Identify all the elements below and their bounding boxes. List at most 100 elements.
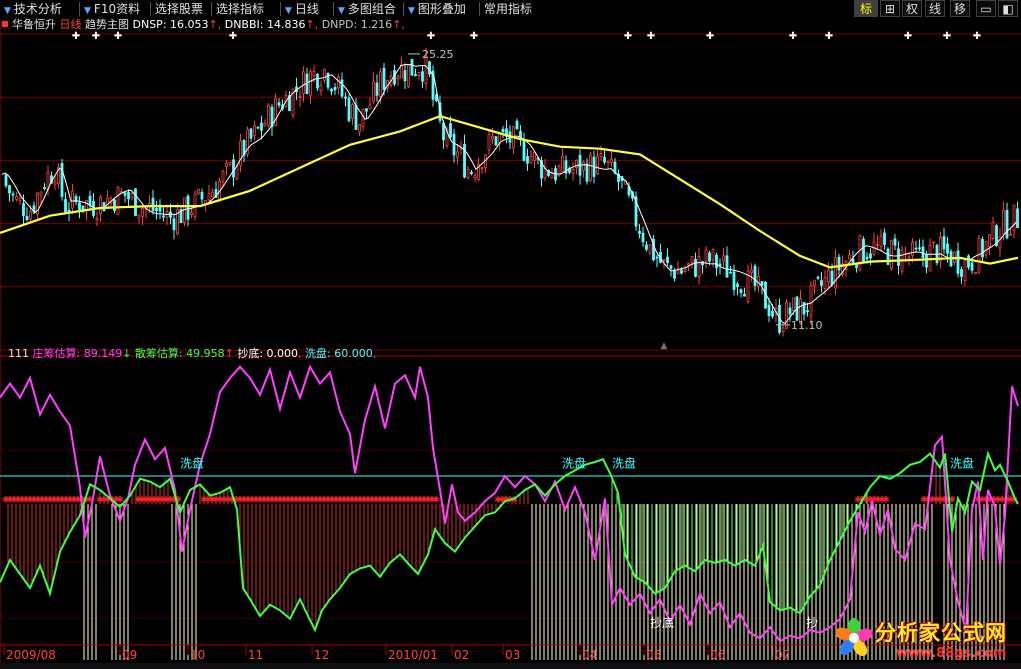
candle-body [788,307,792,315]
indicator-annotation: 抄底 [650,615,674,630]
x-tick-label: 02 [454,648,469,662]
candle-body [837,256,841,271]
x-tick-label: 06 [710,648,725,662]
candle-body [319,84,323,92]
candle-body [939,236,942,262]
candle-body [312,71,316,77]
candle-body [610,158,613,164]
candle-body [333,87,337,91]
toolbar-item-5[interactable]: ▼ 多图组合 [338,1,396,17]
signal-mark: ✚ [706,31,714,42]
candle-body [491,136,494,140]
toolbar-item-4[interactable]: ▼ 日线 [285,1,319,17]
rights-icon[interactable]: 权 [902,0,922,17]
candle-body [200,191,204,200]
period-label: 日线 [60,18,86,31]
signal-mark: ✚ [114,31,122,42]
candle-body [515,120,519,130]
candle-body [354,104,358,130]
candle-body [396,76,400,80]
candle-body [827,269,830,283]
dropdown-arrow-icon: ▼ [84,6,91,16]
header-arrow: ↑, [392,18,405,31]
candle-body [648,244,652,254]
candle-body [582,161,585,171]
toolbar-item-2[interactable]: 选择股票 [155,1,203,17]
candle-body [113,199,116,212]
toolbar-item-label: 技术分析 [13,2,62,16]
candle-body [991,221,995,239]
candle-body [414,74,417,76]
x-tick-label: 10 [190,648,205,662]
indicator-pane-header: 111 庄筹估算: 89.149↓ 散筹估算: 49.958↑ 抄底: 0.00… [8,346,376,360]
toolbar-item-label: 多图组合 [347,2,396,16]
x-tick-label: 09 [122,648,137,662]
toolbar-separator [79,2,80,16]
candle-body [666,256,669,263]
candle-body [106,197,109,208]
crosshair-icon[interactable]: ⊞ [880,0,900,17]
minimize-icon[interactable]: ▭ [976,0,996,17]
candle-body [253,125,256,136]
chart-area: ✚ ✚ ✚ ✚ ✚ ✚ ✚ ✚ ✚ ✚ ✚ ✚ ✚ ✚ 25.25 11.10 ▲ 华鲁恒升 日线 趋势主图 DN… [0,18,1021,663]
toolbar-item-7[interactable]: 常用指标 [484,1,532,17]
candle-body [400,64,403,79]
candle-body [330,88,333,92]
candle-body [417,72,421,77]
candle-body [981,239,984,258]
toolbar-item-label: 图形叠加 [417,2,466,16]
candle-body [683,269,687,272]
signal-mark: ✚ [72,31,80,42]
candle-body [750,269,753,274]
toolbar-item-1[interactable]: ▼ F10资料 [84,1,140,17]
candle-body [785,301,788,329]
candle-body [151,197,155,212]
candle-body [442,122,445,141]
logo-text: 分析家公式网 [875,621,1007,645]
candle-body [323,69,326,81]
candle-body [249,128,253,139]
candle-body [946,243,949,254]
candle-body [375,82,379,96]
stock-marker-icon [2,21,8,27]
candle-body [550,173,554,179]
toolbar-item-3[interactable]: 选择指标 [216,1,264,17]
line-icon[interactable]: 线 [925,0,945,17]
candle-body [753,265,757,286]
candle-body [519,131,522,138]
candle-body [277,102,281,106]
candle-body [897,248,900,266]
move-icon[interactable]: 移 [950,0,970,17]
mark-icon[interactable]: 标 [854,0,878,17]
candle-body [64,199,67,214]
candle-body [43,187,46,189]
candle-body [956,250,960,274]
candle-body [921,246,925,259]
x-tick-label: 04 [582,648,597,662]
candle-body [830,270,834,285]
candle-body [309,71,312,96]
dropdown-arrow-icon: ▼ [285,6,292,16]
candle-body [792,297,795,311]
candle-body [879,235,883,247]
candle-body [81,205,85,211]
candle-body [893,238,897,246]
candle-body [806,310,809,313]
candle-body [190,212,193,215]
candle-body [130,192,134,198]
price-pane-header: 华鲁恒升 日线 趋势主图 DNSP: 16.053↑, DNBBI: 14.83… [12,18,405,31]
candle-body [221,171,225,182]
min-price-label: 11.10 [791,319,823,332]
candle-body [690,256,694,263]
toolbar-item-6[interactable]: ▼ 图形叠加 [408,1,466,17]
candle-body [876,243,879,246]
toolbar-item-label: F10资料 [93,2,141,16]
candle-body [694,258,697,277]
x-tick-label: 11 [248,648,263,662]
candle-body [736,283,739,287]
window-icon[interactable]: ◧ [998,0,1018,17]
toolbar-item-0[interactable]: ▼ 技术分析 [4,1,62,17]
indicator-name: 趋势主图 [85,18,133,31]
site-logo: 分析家公式网 www.88gs.com [830,612,1020,668]
candle-body [862,238,865,262]
